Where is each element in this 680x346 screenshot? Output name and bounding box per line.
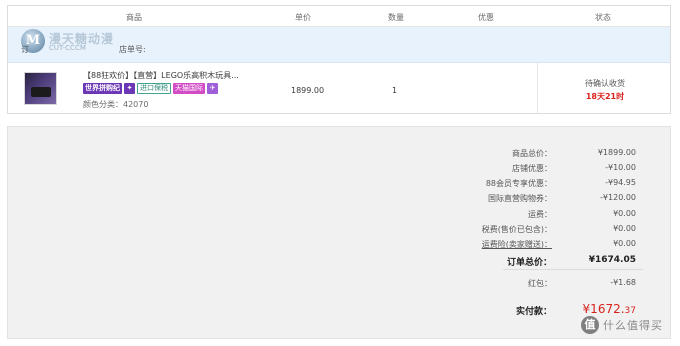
product-attribute: 颜色分类：42070 — [83, 100, 149, 109]
summary-row: 税费(售价已包含)： ¥0.00 — [8, 224, 670, 236]
redpacket-value: -¥1.68 — [610, 278, 636, 287]
amount-paid-label: 实付款： — [515, 307, 552, 317]
summary-label: 88会员专享优惠： — [485, 179, 552, 188]
tag-tmall-global[interactable]: 天猫国际 — [173, 83, 205, 94]
countdown-timer: 18天21时 — [585, 92, 625, 101]
amount-paid-value: ¥1672.37 — [583, 302, 636, 316]
payment-summary: 商品总价： ¥1899.00 店铺优惠： -¥10.00 88会员专享优惠： -… — [7, 126, 671, 339]
summary-value: -¥10.00 — [605, 163, 636, 172]
amount-paid-main: ¥1672. — [582, 302, 625, 316]
summary-label: 税费(售价已包含)： — [481, 225, 552, 234]
header-product: 商品 — [126, 13, 142, 22]
order-table: 商品 单价 数量 优惠 状态 M 漫天糖动漫 CUT-CCCM 订 店单号: 【… — [7, 5, 671, 114]
summary-row: 运费险(卖家赠送)： ¥0.00 — [8, 239, 670, 251]
summary-row: 店铺优惠： -¥10.00 — [8, 163, 670, 175]
order-number-prefix: 订 — [21, 45, 29, 54]
order-total-row: 订单总价： ¥1674.05 — [8, 255, 670, 268]
product-thumbnail[interactable] — [24, 72, 57, 105]
watermark-icon: 值 — [581, 316, 599, 334]
summary-value: -¥94.95 — [605, 178, 636, 187]
watermark: 值 什么值得买 — [581, 316, 663, 334]
tag-world-shopping[interactable]: 世界拼购纪 — [83, 83, 122, 94]
order-number-label: 店单号: — [119, 45, 146, 54]
product-tags: 世界拼购纪 ✦ 进口保税 天猫国际 ✈ — [83, 83, 218, 95]
plane-icon[interactable]: ✈ — [207, 83, 218, 94]
header-unit-price: 单价 — [295, 13, 311, 22]
summary-value: ¥0.00 — [613, 224, 636, 233]
summary-value: ¥0.00 — [613, 209, 636, 218]
summary-value: ¥1899.00 — [597, 148, 636, 157]
order-status: 待确认收货 — [585, 79, 625, 88]
shipping-insurance-link[interactable]: 运费险(卖家赠送)： — [482, 239, 552, 250]
summary-label: 运费： — [528, 210, 552, 219]
store-logo-sub: CUT-CCCM — [49, 44, 86, 52]
order-total-value: ¥1674.05 — [588, 255, 636, 265]
summary-row: 运费： ¥0.00 — [8, 209, 670, 221]
summary-row: 国际直营购物券： -¥120.00 — [8, 193, 670, 205]
summary-row: 88会员专享优惠： -¥94.95 — [8, 178, 670, 190]
amount-paid-row: 实付款： ¥1672.37 — [8, 302, 670, 318]
product-quantity: 1 — [392, 86, 398, 95]
redpacket-row: 红包： -¥1.68 — [8, 278, 670, 290]
order-total-label: 订单总价： — [506, 258, 552, 268]
tag-import-bonded[interactable]: 进口保税 — [137, 83, 171, 94]
summary-value: -¥120.00 — [600, 193, 636, 202]
header-status: 状态 — [595, 13, 611, 22]
store-bar: M 漫天糖动漫 CUT-CCCM 订 店单号: — [8, 27, 670, 63]
table-header: 商品 单价 数量 优惠 状态 — [8, 6, 670, 27]
order-item-row: 【88狂欢价】【直营】LEGO乐高积木玩具... 世界拼购纪 ✦ 进口保税 天猫… — [8, 63, 670, 114]
product-unit-price: 1899.00 — [291, 86, 325, 95]
summary-value: ¥0.00 — [613, 239, 636, 248]
summary-label: 店铺优惠： — [512, 164, 552, 173]
product-title-link[interactable]: 【88狂欢价】【直营】LEGO乐高积木玩具... — [83, 70, 239, 81]
summary-divider — [503, 269, 643, 270]
header-discount: 优惠 — [478, 13, 494, 22]
watermark-text: 什么值得买 — [603, 319, 663, 332]
summary-row: 商品总价： ¥1899.00 — [8, 148, 670, 160]
redpacket-label: 红包： — [528, 279, 552, 288]
header-quantity: 数量 — [388, 13, 404, 22]
summary-label: 商品总价： — [512, 149, 552, 158]
amount-paid-cents: 37 — [624, 306, 636, 316]
summary-label: 国际直营购物券： — [488, 194, 552, 203]
shield-icon[interactable]: ✦ — [124, 83, 135, 94]
store-logo[interactable]: M 漫天糖动漫 CUT-CCCM — [21, 29, 121, 53]
